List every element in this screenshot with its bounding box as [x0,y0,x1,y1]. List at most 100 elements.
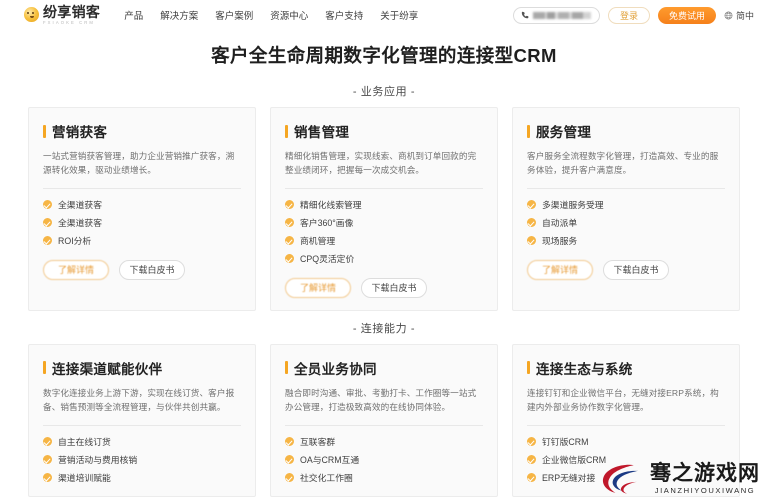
card-header: 服务管理 [527,121,725,141]
download-whitepaper-button[interactable]: 下载白皮书 [603,259,669,280]
section-label-connect: - 连接能力 - [352,322,416,335]
feature-label: 全渠道获客 [58,199,102,210]
card-title: 销售管理 [294,125,350,140]
watermark-pinyin: JIANZHIYOUXIWANG [654,486,756,496]
list-item: 全渠道获客 [43,216,241,229]
feature-label: 现场服务 [542,235,578,246]
card-title: 全员业务协同 [294,361,377,377]
feature-label: OA与CRM互通 [300,454,360,465]
phone-icon [521,11,529,19]
section-label-business: - 业务应用 - [352,86,416,98]
card-collaboration[interactable]: 全员业务协同 融合即时沟通、审批、考勤打卡、工作圈等一站式办公管理，打造极致高效… [270,343,498,497]
check-icon [43,436,52,446]
logo-subtitle: FXIAOKE CRM [43,19,95,25]
phone-number [532,11,591,19]
card-divider [285,187,483,189]
card-header: 全员业务协同 [285,358,483,378]
feature-list: 自主在线订货 营销活动与费用核销 渠道培训赋能 [43,435,241,484]
download-whitepaper-button[interactable]: 下载白皮书 [361,277,427,298]
check-icon [43,454,52,464]
logo-name: 纷享销客 [43,4,101,21]
check-icon [527,454,536,464]
feature-list: 精细化线索管理 客户360°画像 商机管理 CPQ灵活定价 [285,198,483,265]
nav-item-products[interactable]: 产品 [124,8,143,22]
nav-item-cases[interactable]: 客户案例 [215,8,253,22]
card-marketing[interactable]: 营销获客 一站式营销获客管理，助力企业营销推广获客，溯源转化效果，驱动业绩增长。… [28,107,256,311]
accent-bar-icon [43,361,46,375]
check-icon [527,235,536,245]
phone-contact[interactable] [512,6,600,24]
check-icon [43,472,52,482]
feature-label: ERP无缝对接 [542,472,596,483]
list-item: ROI分析 [43,234,241,247]
download-whitepaper-button[interactable]: 下载白皮书 [119,259,185,280]
learn-more-button[interactable]: 了解详情 [285,277,351,298]
check-icon [285,253,294,263]
card-description: 一站式营销获客管理，助力企业营销推广获客，溯源转化效果，驱动业绩增长。 [43,151,235,176]
card-description: 数字化连接业务上游下游，实现在线订货、客户报备、销售预测等全流程管理，与伙伴共创… [43,387,235,413]
learn-more-button[interactable]: 了解详情 [527,259,593,280]
accent-bar-icon [43,124,46,138]
list-item: CPQ灵活定价 [285,252,483,265]
list-item: 多渠道服务受理 [527,198,725,211]
list-item: OA与CRM互通 [285,453,483,466]
feature-label: 自动派单 [542,217,578,228]
login-button[interactable]: 登录 [607,6,650,24]
language-label: 简中 [735,10,754,21]
feature-label: ROI分析 [58,235,92,246]
feature-label: 营销活动与费用核销 [58,454,138,465]
feature-label: 多渠道服务受理 [542,199,604,210]
list-item: 自动派单 [527,216,725,229]
nav-item-solutions[interactable]: 解决方案 [160,8,198,22]
list-item: 全渠道获客 [43,198,241,211]
list-item: 钉钉版CRM [527,435,725,448]
logo-mascot-icon [24,7,39,23]
feature-list: 多渠道服务受理 自动派单 现场服务 [527,198,725,247]
card-divider [527,424,725,426]
card-description: 融合即时沟通、审批、考勤打卡、工作圈等一站式办公管理，打造极致高效的在线协同体验… [285,387,477,413]
check-icon [43,217,52,227]
language-switcher[interactable]: 简中 [724,9,754,22]
card-divider [527,187,725,189]
check-icon [285,436,294,446]
feature-label: CPQ灵活定价 [300,253,355,264]
card-header: 连接生态与系统 [527,358,725,378]
card-actions: 了解详情 下载白皮书 [527,259,725,280]
list-item: 互联客群 [285,435,483,448]
card-header: 连接渠道赋能伙伴 [43,358,241,378]
feature-label: 互联客群 [300,436,336,447]
feature-label: 商机管理 [300,235,336,246]
page-title: 客户全生命周期数字化管理的连接型CRM [211,45,557,66]
check-icon [285,454,294,464]
card-title: 营销获客 [52,125,108,140]
card-title: 连接渠道赋能伙伴 [52,361,163,377]
free-trial-button[interactable]: 免费试用 [657,6,716,24]
accent-bar-icon [527,124,530,138]
learn-more-button[interactable]: 了解详情 [43,259,109,280]
list-item: 社交化工作圈 [285,471,483,484]
nav-item-about[interactable]: 关于纷享 [380,8,418,22]
accent-bar-icon [285,361,288,375]
check-icon [527,199,536,209]
nav-item-support[interactable]: 客户支持 [325,8,363,22]
feature-label: 企业微信版CRM [542,454,607,465]
feature-label: 精细化线索管理 [300,199,362,210]
check-icon [285,217,294,227]
card-header: 销售管理 [285,121,483,141]
list-item: 客户360°画像 [285,216,483,229]
accent-bar-icon [285,124,288,138]
card-channel-partners[interactable]: 连接渠道赋能伙伴 数字化连接业务上游下游，实现在线订货、客户报备、销售预测等全流… [28,343,256,497]
card-header: 营销获客 [43,121,241,141]
feature-label: 自主在线订货 [58,436,111,447]
nav-item-resources[interactable]: 资源中心 [270,8,308,22]
card-service[interactable]: 服务管理 客户服务全流程数字化管理，打造高效、专业的服务体验，提升客户满意度。 … [512,107,740,311]
card-sales[interactable]: 销售管理 精细化销售管理，实现线索、商机到订单回款的完整业绩闭环，把握每一次成交… [270,107,498,311]
globe-icon [724,11,733,19]
site-header: 纷享销客 FXIAOKE CRM 产品 解决方案 客户案例 资源中心 客户支持 … [0,0,768,30]
card-actions: 了解详情 下载白皮书 [285,277,483,298]
check-icon [527,436,536,446]
main-nav: 产品 解决方案 客户案例 资源中心 客户支持 关于纷享 [124,8,418,22]
card-description: 连接钉钉和企业微信平台，无缝对接ERP系统，构建内外部业务协作数字化管理。 [527,387,719,413]
check-icon [285,472,294,482]
site-logo[interactable]: 纷享销客 FXIAOKE CRM [24,5,100,25]
